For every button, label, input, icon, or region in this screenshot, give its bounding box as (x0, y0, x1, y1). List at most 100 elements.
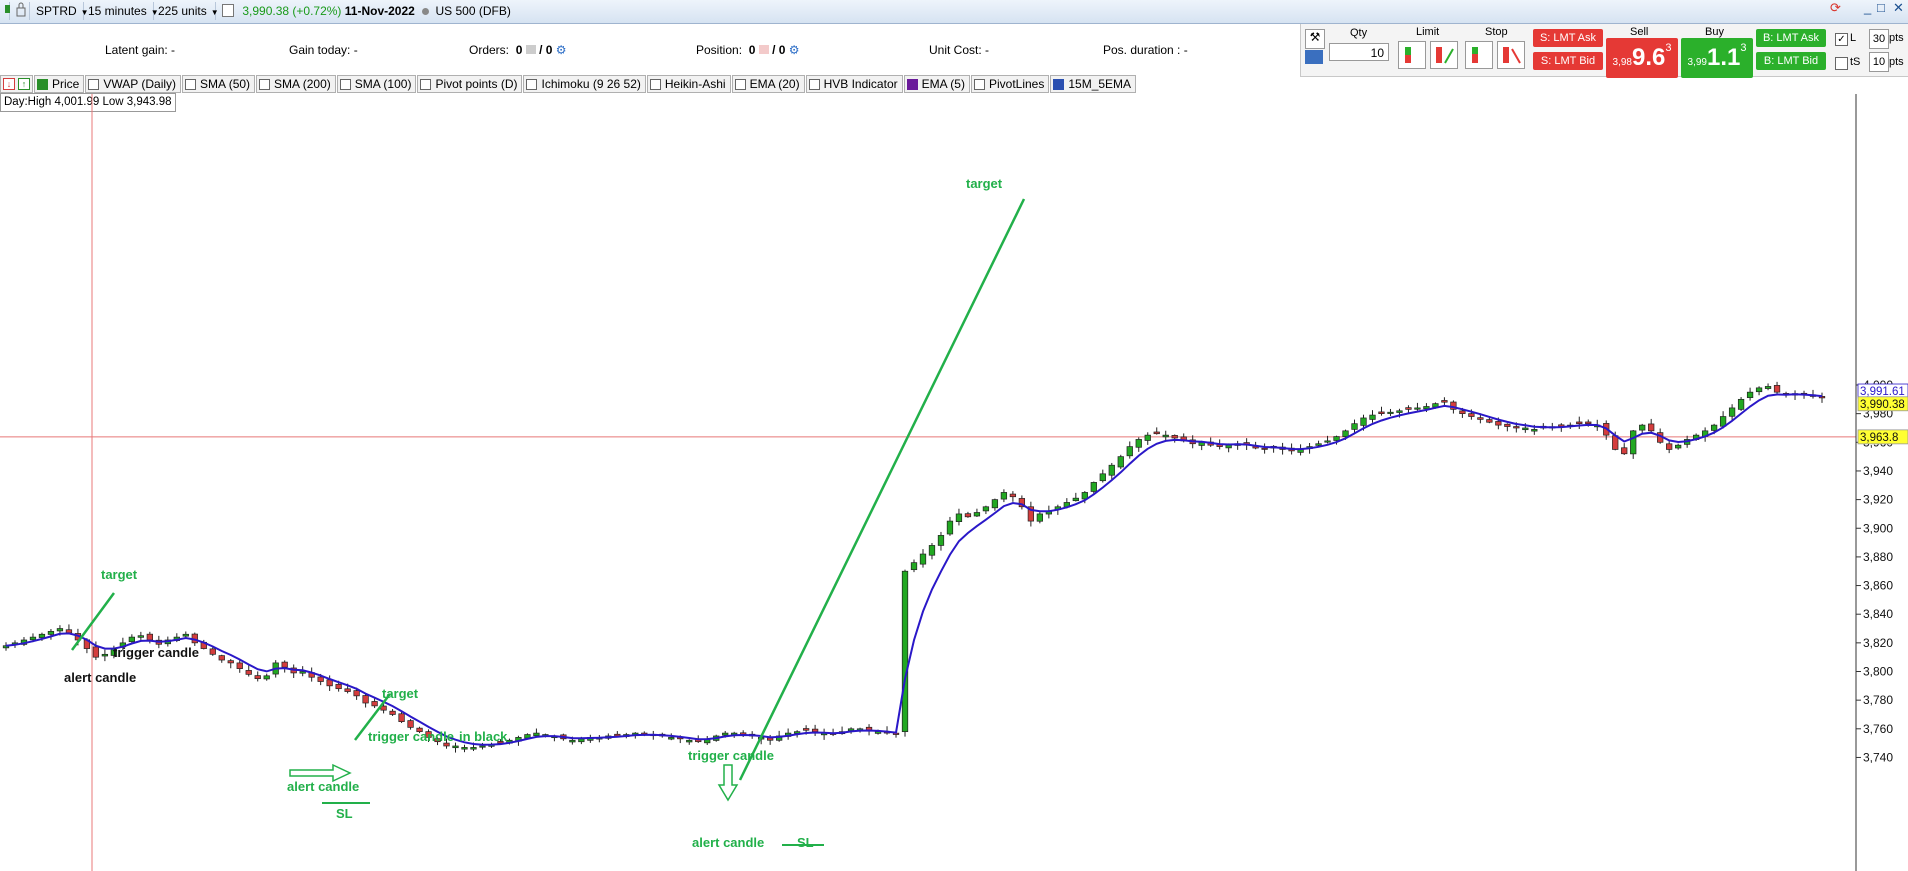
bearish-candle (1495, 421, 1502, 426)
bearish-candle (209, 648, 216, 655)
bullish-candle (686, 739, 693, 743)
y-tick-label: 3,880 (1863, 550, 1893, 564)
bullish-candle (533, 732, 540, 737)
y-tick-label: 3,820 (1863, 636, 1893, 650)
bullish-candle (1764, 386, 1772, 389)
annotation-in-black: in black (459, 729, 508, 744)
y-tick-label: 3,940 (1863, 464, 1893, 478)
bullish-candle (1360, 417, 1367, 426)
bullish-candle (461, 747, 468, 750)
bullish-candle (56, 628, 64, 632)
bearish-candle (1576, 421, 1583, 425)
bearish-candle (92, 646, 100, 658)
bullish-candle (1737, 398, 1745, 410)
bullish-candle (1090, 482, 1097, 492)
bearish-candle (236, 662, 243, 669)
y-tick-label: 3,800 (1863, 665, 1893, 679)
annotation-arrow-icon (717, 764, 739, 802)
bearish-candle (407, 720, 414, 728)
bullish-candle (1072, 497, 1079, 502)
bearish-candle (1585, 421, 1592, 425)
bullish-candle (901, 570, 909, 733)
y-tick-label: 3,900 (1863, 521, 1893, 535)
bearish-candle (317, 676, 324, 682)
bearish-candle (1171, 435, 1178, 439)
bullish-candle (1342, 430, 1349, 437)
annotation-trigger-candle: trigger candle (688, 748, 774, 763)
bullish-candle (722, 732, 729, 736)
bearish-candle (1621, 447, 1628, 455)
y-tick-label: 3,740 (1863, 750, 1893, 764)
bullish-candle (182, 633, 189, 637)
bullish-candle (1639, 424, 1646, 431)
bullish-candle (1746, 391, 1754, 398)
price-label: 3,991.61 (1860, 386, 1905, 398)
bearish-candle (1261, 447, 1268, 450)
bullish-candle (1135, 439, 1142, 448)
bullish-candle (470, 747, 477, 750)
bullish-candle (982, 506, 990, 512)
bullish-candle (1126, 446, 1133, 457)
bearish-candle (335, 683, 342, 690)
bullish-candle (1144, 434, 1151, 441)
bearish-candle (218, 655, 225, 661)
price-label: 3,990.38 (1860, 399, 1905, 411)
bullish-candle (1315, 443, 1322, 446)
bearish-candle (1513, 426, 1520, 429)
bullish-candle (569, 739, 576, 743)
bullish-candle (1333, 436, 1340, 441)
bullish-candle (919, 553, 927, 565)
bearish-candle (254, 675, 261, 680)
bullish-candle (928, 545, 936, 556)
annotation-sl: SL (336, 806, 353, 821)
annotation-alert-candle: alert candle (287, 779, 359, 794)
price-chart[interactable]: target alert candle trigger candle target tr… (0, 0, 1908, 871)
bearish-candle (1153, 431, 1160, 435)
bullish-candle (47, 631, 55, 635)
bullish-candle (452, 745, 459, 749)
bullish-candle (128, 636, 135, 643)
y-tick-label: 3,780 (1863, 693, 1893, 707)
annotation-alert-candle: alert candle (64, 670, 136, 685)
bullish-candle (1225, 444, 1232, 449)
bullish-candle (991, 499, 999, 509)
bullish-candle (668, 737, 675, 740)
bullish-candle (263, 675, 270, 680)
bullish-candle (1396, 410, 1403, 413)
price-label: 3,963.8 (1860, 432, 1898, 444)
bullish-candle (1036, 513, 1043, 522)
bullish-candle (1351, 423, 1358, 430)
bearish-candle (371, 701, 378, 707)
bullish-candle (1000, 492, 1008, 500)
bearish-candle (1378, 411, 1385, 414)
bullish-candle (946, 520, 954, 535)
bullish-candle (973, 512, 981, 517)
bullish-candle (955, 513, 963, 522)
bearish-candle (964, 513, 972, 518)
bearish-candle (344, 688, 351, 692)
bullish-candle (1728, 407, 1736, 417)
bearish-candle (1477, 417, 1484, 420)
bearish-candle (245, 670, 252, 675)
bullish-candle (1630, 430, 1637, 455)
y-tick-label: 3,920 (1863, 493, 1893, 507)
annotation-line (70, 592, 116, 651)
bearish-candle (281, 661, 288, 668)
annotation-trigger-candle: trigger candle (113, 645, 199, 660)
bullish-candle (1117, 456, 1124, 468)
bearish-candle (1648, 423, 1655, 432)
bearish-candle (146, 633, 153, 641)
bearish-candle (1504, 423, 1511, 427)
annotation-line (738, 198, 1026, 781)
bullish-candle (1710, 424, 1718, 431)
bullish-candle (479, 745, 486, 748)
bearish-candle (1441, 400, 1448, 403)
y-tick-label: 3,760 (1863, 722, 1893, 736)
y-tick-label: 3,860 (1863, 579, 1893, 593)
bullish-candle (1387, 411, 1394, 414)
annotation-sl: SL (797, 835, 814, 850)
bullish-candle (910, 562, 918, 571)
bearish-candle (802, 728, 810, 731)
bearish-candle (362, 695, 369, 704)
bullish-candle (1099, 473, 1106, 482)
